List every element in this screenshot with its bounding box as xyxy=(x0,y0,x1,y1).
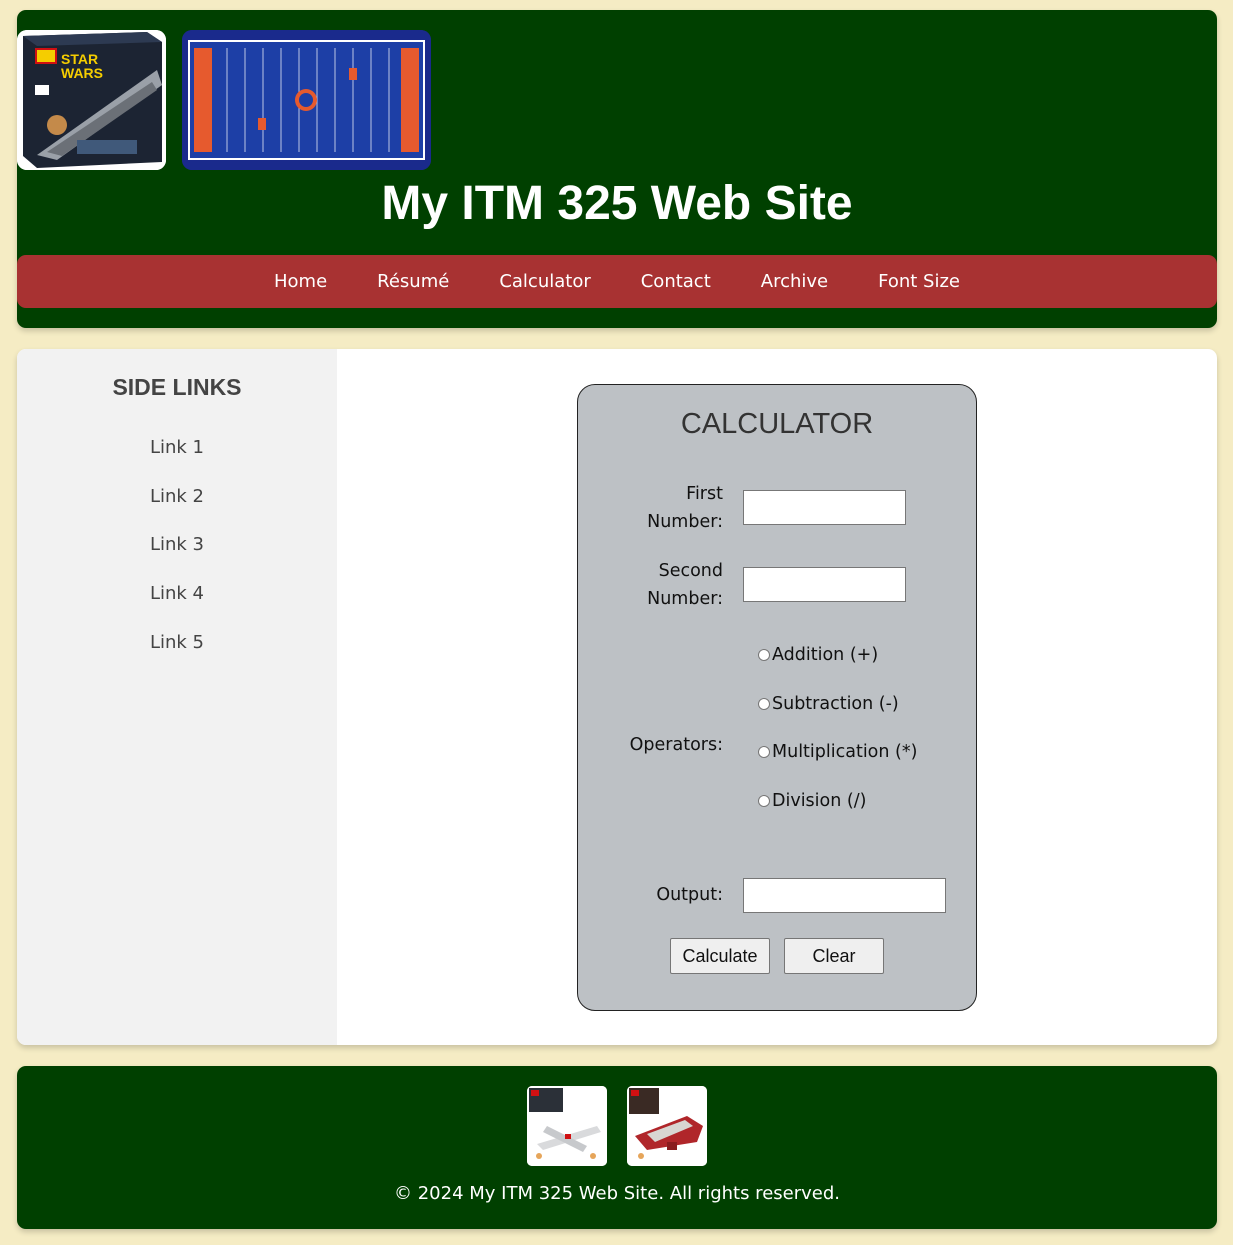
lego-box-image: STAR WARS xyxy=(17,30,166,170)
radio-subtraction[interactable] xyxy=(758,698,770,710)
site-footer: © 2024 My ITM 325 Web Site. All rights r… xyxy=(17,1066,1217,1229)
second-number-input[interactable] xyxy=(743,567,906,602)
nav-calculator[interactable]: Calculator xyxy=(499,271,590,292)
clear-button[interactable]: Clear xyxy=(784,938,884,974)
lego-gunship-thumbnail xyxy=(627,1086,707,1166)
side-link-3[interactable]: Link 3 xyxy=(150,534,204,555)
list-item: Link 4 xyxy=(17,579,337,628)
side-link-1[interactable]: Link 1 xyxy=(150,437,204,458)
nav-contact[interactable]: Contact xyxy=(641,271,711,292)
gunship-image xyxy=(627,1086,707,1166)
boise-state-field-logo xyxy=(182,30,431,170)
output-label: Output: xyxy=(656,885,723,905)
operator-multiplication[interactable]: Multiplication (*) xyxy=(758,742,917,762)
site-title: My ITM 325 Web Site xyxy=(381,177,853,230)
side-link-5[interactable]: Link 5 xyxy=(150,632,204,653)
main-content: SIDE LINKS Link 1 Link 2 Link 3 Link 4 L… xyxy=(17,349,1217,1045)
side-link-4[interactable]: Link 4 xyxy=(150,583,204,604)
first-number-label-line2: Number: xyxy=(647,512,723,532)
radio-multiplication[interactable] xyxy=(758,746,770,758)
operator-division[interactable]: Division (/) xyxy=(758,791,866,811)
football-field-image xyxy=(182,30,431,170)
list-item: Link 3 xyxy=(17,530,337,579)
operator-addition[interactable]: Addition (+) xyxy=(758,645,878,665)
list-item: Link 5 xyxy=(17,628,337,677)
list-item: Link 2 xyxy=(17,482,337,531)
nav-archive[interactable]: Archive xyxy=(761,271,828,292)
lego-xwing-thumbnail xyxy=(527,1086,607,1166)
sidebar-heading: SIDE LINKS xyxy=(112,374,242,400)
operator-addition-label: Addition (+) xyxy=(772,645,879,665)
second-number-label-line1: Second xyxy=(658,561,723,581)
calculator-panel: CALCULATOR First Number: Second Number: … xyxy=(577,384,977,1011)
radio-addition[interactable] xyxy=(758,649,770,661)
operator-multiplication-label: Multiplication (*) xyxy=(772,742,918,762)
operator-subtraction-label: Subtraction (-) xyxy=(772,694,899,714)
nav-home[interactable]: Home xyxy=(274,271,327,292)
operator-subtraction[interactable]: Subtraction (-) xyxy=(758,694,899,714)
side-link-2[interactable]: Link 2 xyxy=(150,486,204,507)
site-header: STAR WARS My ITM 325 Web Site Home Résum… xyxy=(17,10,1217,328)
copyright-text: © 2024 My ITM 325 Web Site. All rights r… xyxy=(394,1183,840,1204)
radio-division[interactable] xyxy=(758,795,770,807)
first-number-label-line1: First xyxy=(686,484,723,504)
second-number-label: Second Number: xyxy=(647,557,723,613)
calculator-title: CALCULATOR xyxy=(680,408,874,440)
sidebar: SIDE LINKS Link 1 Link 2 Link 3 Link 4 L… xyxy=(17,349,337,1045)
operator-division-label: Division (/) xyxy=(772,791,867,811)
first-number-input[interactable] xyxy=(743,490,906,525)
output-field[interactable] xyxy=(743,878,946,913)
main-nav: Home Résumé Calculator Contact Archive F… xyxy=(17,255,1217,308)
nav-font-size[interactable]: Font Size xyxy=(878,271,960,292)
calculate-button[interactable]: Calculate xyxy=(670,938,770,974)
nav-resume[interactable]: Résumé xyxy=(377,271,449,292)
second-number-label-line2: Number: xyxy=(647,589,723,609)
svg-text:WARS: WARS xyxy=(61,65,103,81)
lego-star-wars-logo: STAR WARS xyxy=(17,30,166,170)
xwing-image xyxy=(527,1086,607,1166)
side-links-list: Link 1 Link 2 Link 3 Link 4 Link 5 xyxy=(17,433,337,676)
first-number-label: First Number: xyxy=(647,480,723,536)
operators-label: Operators: xyxy=(629,735,723,755)
list-item: Link 1 xyxy=(17,433,337,482)
